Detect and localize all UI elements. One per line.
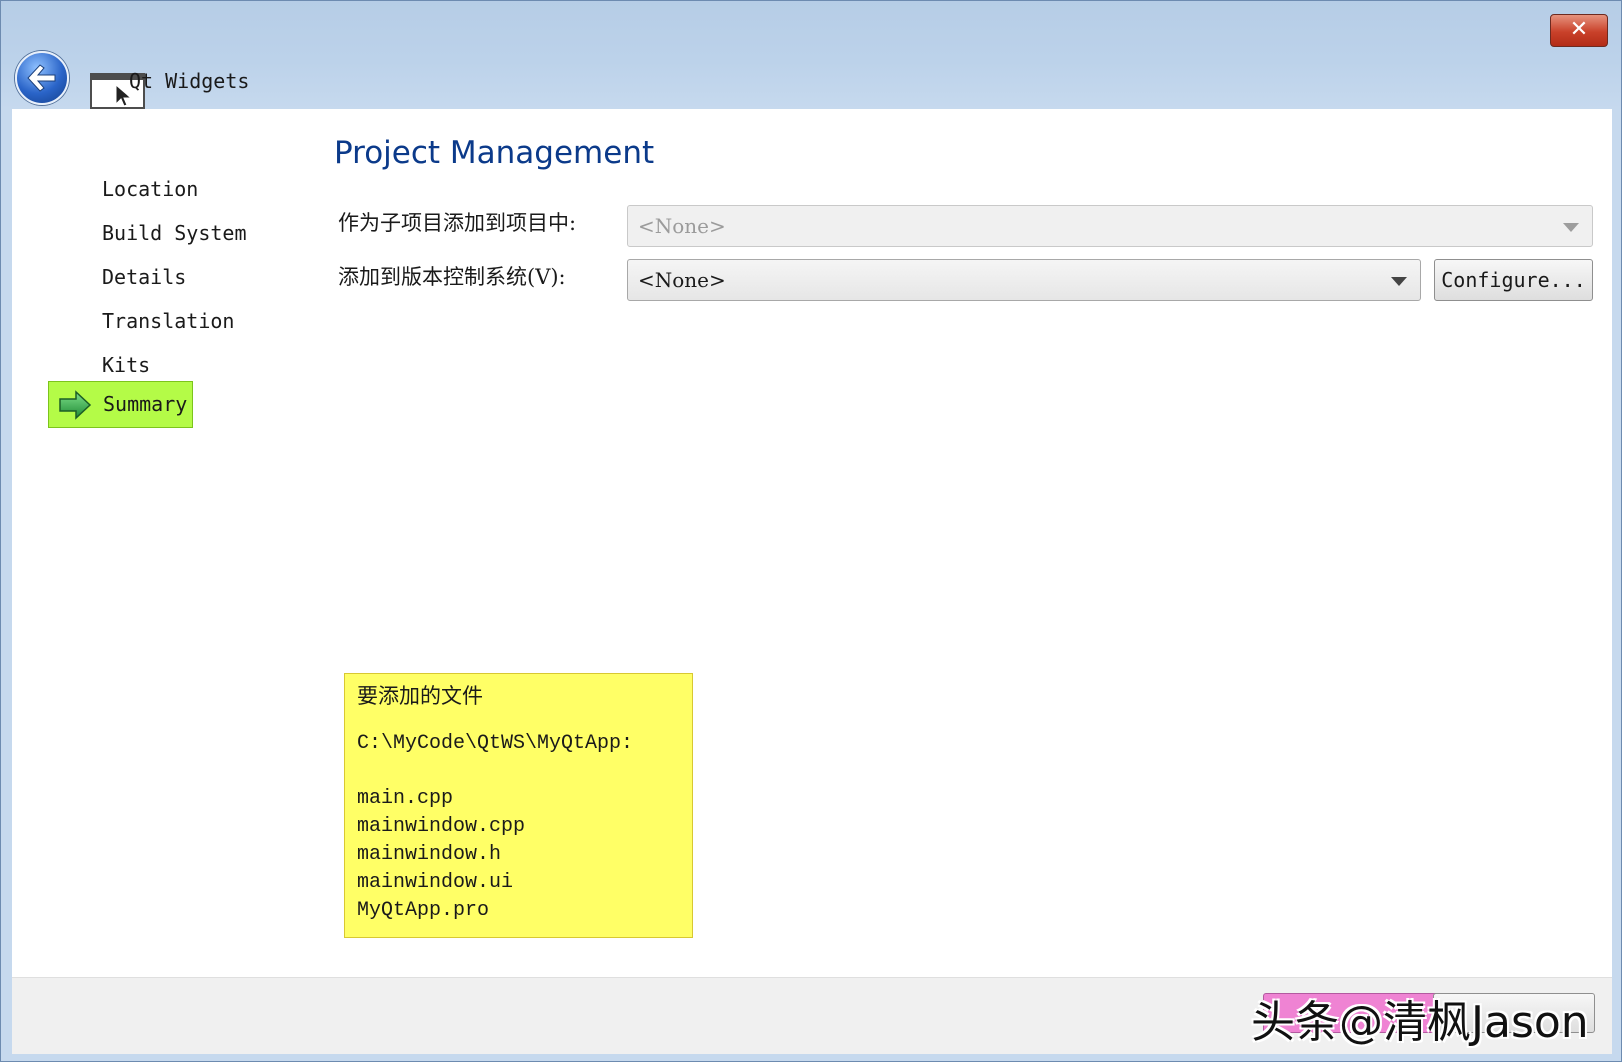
step-translation: Translation bbox=[102, 309, 235, 333]
back-arrow-icon bbox=[27, 64, 56, 92]
configure-button[interactable]: Configure... bbox=[1434, 259, 1593, 301]
vcs-combo[interactable]: <None> bbox=[627, 259, 1421, 301]
files-path: C:\MyCode\QtWS\MyQtApp: bbox=[357, 732, 634, 755]
wizard-content: Location Build System Details Translatio… bbox=[12, 109, 1612, 977]
file-item: mainwindow.cpp bbox=[357, 815, 526, 838]
files-to-add-box: 要添加的文件 C:\MyCode\QtWS\MyQtApp: main.cpp … bbox=[344, 673, 693, 938]
step-summary: Summary bbox=[48, 381, 193, 428]
chevron-down-icon bbox=[1391, 277, 1407, 286]
close-button[interactable]: ✕ bbox=[1550, 14, 1608, 47]
subproject-label: 作为子项目添加到项目中: bbox=[338, 211, 577, 235]
wizard-window: ✕ Qt Widgets Location Build System Detai… bbox=[0, 0, 1622, 1062]
file-item: mainwindow.h bbox=[357, 843, 502, 866]
wizard-title: Qt Widgets bbox=[129, 69, 250, 93]
step-build-system: Build System bbox=[102, 221, 247, 245]
step-location: Location bbox=[102, 177, 199, 201]
chevron-down-icon bbox=[1563, 223, 1579, 232]
arrow-right-icon bbox=[59, 390, 92, 420]
step-summary-label: Summary bbox=[103, 392, 188, 416]
watermark: 头条@清枫Jason bbox=[1251, 997, 1589, 1048]
step-details: Details bbox=[102, 265, 187, 289]
file-item: MyQtApp.pro bbox=[357, 899, 490, 922]
back-button[interactable] bbox=[15, 51, 69, 105]
page-title: Project Management bbox=[334, 135, 655, 171]
file-item: main.cpp bbox=[357, 787, 454, 810]
close-icon: ✕ bbox=[1569, 17, 1589, 42]
files-heading: 要添加的文件 bbox=[357, 684, 483, 708]
vcs-combo-value: <None> bbox=[638, 268, 726, 292]
step-kits: Kits bbox=[102, 353, 151, 377]
subproject-combo[interactable]: <None> bbox=[627, 205, 1593, 247]
subproject-combo-value: <None> bbox=[638, 214, 726, 238]
file-item: mainwindow.ui bbox=[357, 871, 514, 894]
vcs-label: 添加到版本控制系统(V): bbox=[338, 265, 566, 289]
